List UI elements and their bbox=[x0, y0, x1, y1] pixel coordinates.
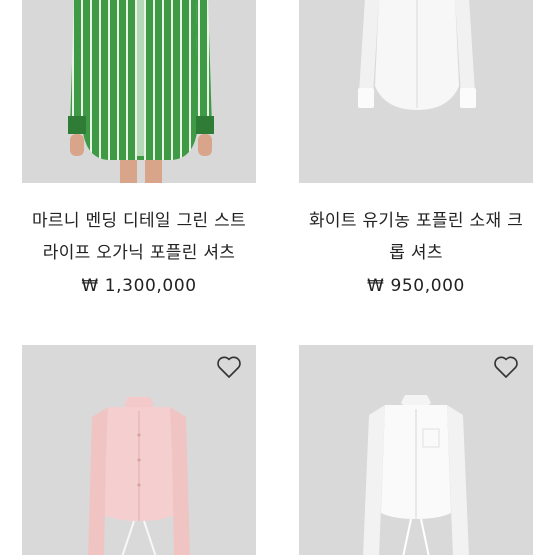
product-name[interactable]: 화이트 유기농 포플린 소재 크 롭 셔츠 bbox=[299, 205, 533, 269]
product-card[interactable] bbox=[22, 345, 256, 555]
product-card[interactable] bbox=[299, 345, 533, 555]
product-card[interactable]: 화이트 유기농 포플린 소재 크 롭 셔츠 ₩ 950,000 bbox=[299, 0, 533, 301]
product-card[interactable]: 마르니 멘딩 디테일 그린 스트 라이프 오가닉 포플린 셔츠 ₩ 1,300,… bbox=[22, 0, 256, 301]
product-name-line: 라이프 오가닉 포플린 셔츠 bbox=[42, 243, 236, 263]
heart-outline-icon[interactable] bbox=[493, 355, 519, 379]
product-image-pink-cropped-shirt[interactable] bbox=[22, 345, 256, 555]
heart-outline-icon[interactable] bbox=[216, 355, 242, 379]
green-striped-shirt-illustration bbox=[22, 0, 256, 183]
product-price: ₩ 950,000 bbox=[367, 276, 465, 296]
product-image-white-drawstring-shirt[interactable] bbox=[299, 345, 533, 555]
product-name[interactable]: 마르니 멘딩 디테일 그린 스트 라이프 오가닉 포플린 셔츠 bbox=[22, 205, 256, 269]
white-cropped-shirt-illustration bbox=[299, 0, 533, 183]
product-name-line: 롭 셔츠 bbox=[389, 243, 443, 263]
product-image-white-cropped-shirt[interactable] bbox=[299, 0, 533, 183]
product-price: ₩ 1,300,000 bbox=[81, 276, 197, 296]
product-image-green-striped-shirt[interactable] bbox=[22, 0, 256, 183]
product-name-line: 화이트 유기농 포플린 소재 크 bbox=[308, 211, 524, 231]
product-name-line: 마르니 멘딩 디테일 그린 스트 bbox=[31, 211, 247, 231]
